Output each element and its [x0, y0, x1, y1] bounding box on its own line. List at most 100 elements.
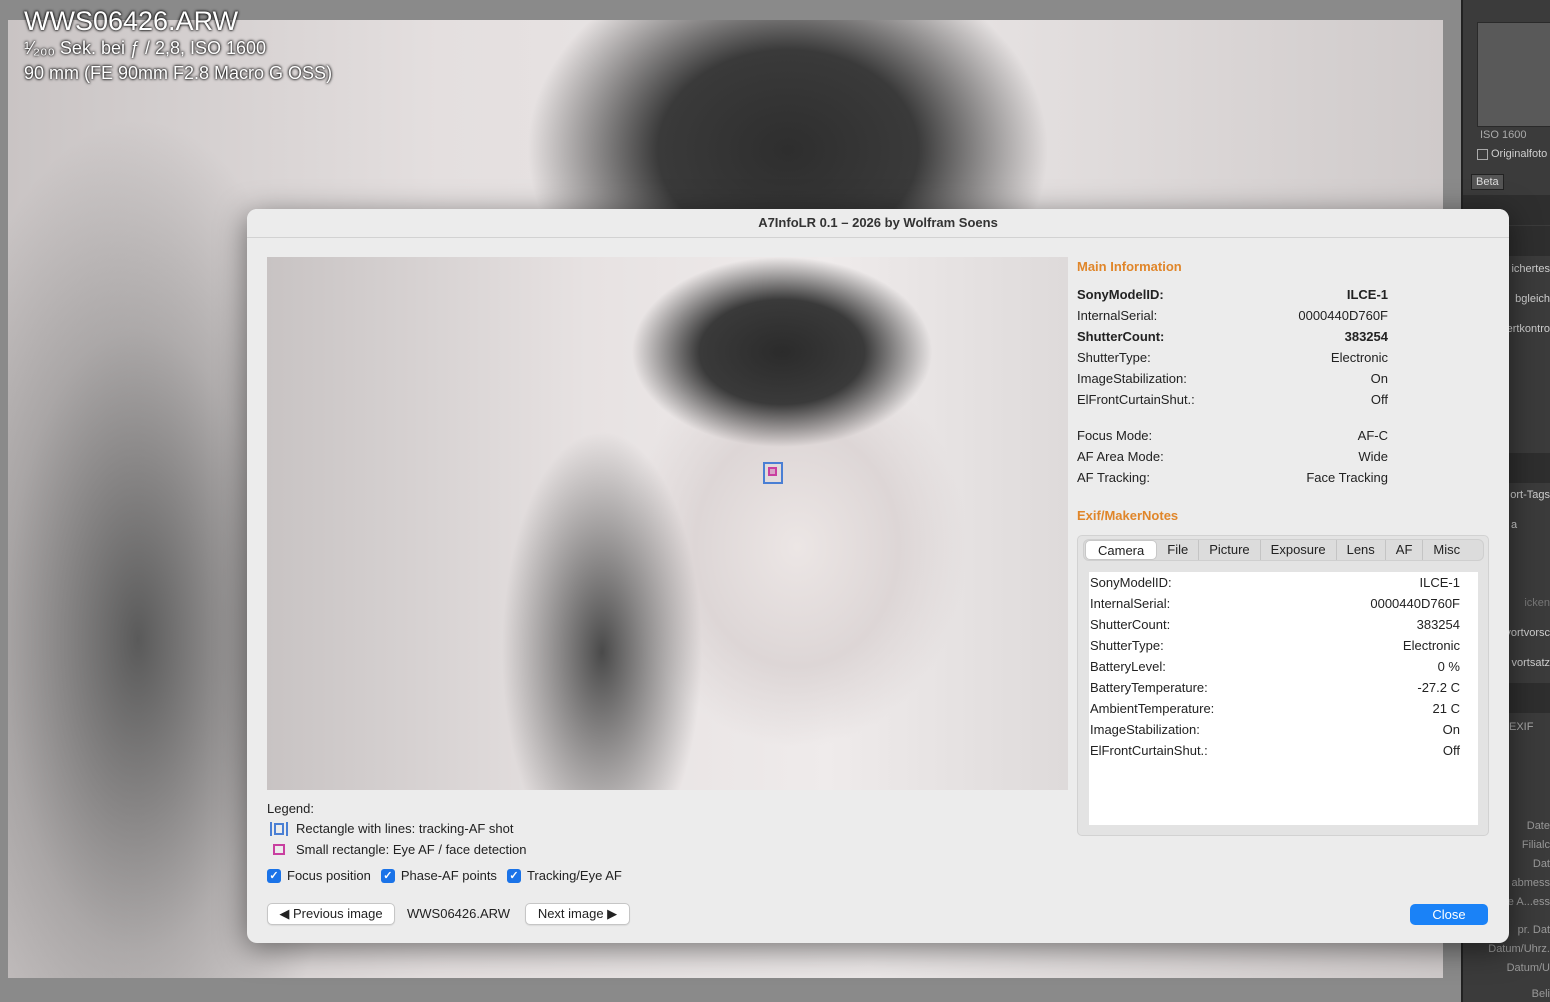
current-filename: WWS06426.ARW [407, 906, 511, 921]
panel-row: Beli [1531, 988, 1550, 1000]
exif-row: ImageStabilization: On [1089, 719, 1460, 740]
checkbox-icon [1477, 148, 1488, 160]
info-row: AF Tracking: Face Tracking [1077, 467, 1388, 488]
tracking-rectangle-icon [270, 821, 288, 836]
info-row: ElFrontCurtainShut.: Off [1077, 389, 1388, 410]
info-key: ShutterCount: [1077, 329, 1165, 344]
legend-tracking-label: Rectangle with lines: tracking-AF shot [296, 821, 514, 836]
photo-exposure: ¹⁄₂₀₀ Sek. bei ƒ / 2,8, ISO 1600 [24, 38, 267, 58]
image-preview [267, 257, 1068, 790]
focus-position-checkbox[interactable]: ✓ Focus position [267, 868, 371, 883]
info-row: ImageStabilization: On [1077, 368, 1388, 389]
exif-row: ShutterCount: 383254 [1089, 614, 1460, 635]
exif-key: BatteryTemperature: [1090, 680, 1208, 695]
tab-af[interactable]: AF [1386, 540, 1424, 560]
panel-row: Datum/U [1506, 962, 1550, 974]
exif-camera-list[interactable]: SonyModelID: ILCE-1 InternalSerial: 000044… [1089, 572, 1478, 825]
panel-row: Datum/Uhrz. [1488, 943, 1550, 955]
tab-picture[interactable]: Picture [1199, 540, 1261, 560]
info-key: AF Area Mode: [1077, 449, 1164, 464]
photo-info-overlay: WWS06426.ARW ¹⁄₂₀₀ Sek. bei ƒ / 2,8, ISO… [24, 6, 332, 86]
info-key: ElFrontCurtainShut.: [1077, 392, 1195, 407]
legend-item-eye: Small rectangle: Eye AF / face detection [267, 839, 527, 860]
exif-value: ILCE-1 [1419, 575, 1460, 590]
info-value: On [1370, 371, 1388, 386]
main-information-title: Main Information [1077, 259, 1182, 274]
histogram [1477, 22, 1550, 127]
exif-key: ShutterCount: [1090, 617, 1171, 632]
exif-key: SonyModelID: [1090, 575, 1172, 590]
photo-filename: WWS06426.ARW [24, 6, 239, 36]
legend: Legend: Rectangle with lines: tracking-A… [267, 799, 527, 860]
info-key: AF Tracking: [1077, 470, 1150, 485]
exif-row: InternalSerial: 0000440D760F [1089, 593, 1460, 614]
previous-image-button[interactable]: ◀ Previous image [267, 903, 395, 925]
info-value: 0000440D760F [1298, 308, 1388, 323]
beta-badge[interactable]: Beta [1471, 174, 1504, 190]
info-row: SonyModelID: ILCE-1 [1077, 284, 1388, 305]
phase-af-points-checkbox[interactable]: ✓ Phase-AF points [380, 868, 497, 883]
exif-value: 0000440D760F [1370, 596, 1460, 611]
exif-value: Off [1442, 743, 1460, 758]
info-value: Off [1370, 392, 1388, 407]
exif-key: ImageStabilization: [1090, 722, 1200, 737]
exif-value: -27.2 C [1417, 680, 1460, 695]
info-value: ILCE-1 [1346, 287, 1388, 302]
info-key: SonyModelID: [1077, 287, 1164, 302]
exif-value: 21 C [1432, 701, 1460, 716]
tab-camera[interactable]: Camera [1085, 540, 1158, 560]
info-key: InternalSerial: [1077, 308, 1158, 323]
exif-row: BatteryLevel: 0 % [1089, 656, 1460, 677]
tracking-eye-af-checkbox[interactable]: ✓ Tracking/Eye AF [506, 868, 622, 883]
info-row: ShutterType: Electronic [1077, 347, 1388, 368]
eye-rectangle-icon [270, 843, 288, 857]
photo-lens: 90 mm (FE 90mm F2.8 Macro G OSS) [24, 63, 333, 83]
info-value: Wide [1358, 449, 1388, 464]
legend-title: Legend: [267, 801, 314, 816]
overlay-options: ✓ Focus position ✓ Phase-AF points ✓ Tra… [267, 868, 622, 883]
exif-row: ShutterType: Electronic [1089, 635, 1460, 656]
exif-value: 0 % [1437, 659, 1460, 674]
info-row: InternalSerial: 0000440D760F [1077, 305, 1388, 326]
tab-lens[interactable]: Lens [1337, 540, 1386, 560]
exif-row: SonyModelID: ILCE-1 [1089, 572, 1460, 593]
exif-key: BatteryLevel: [1090, 659, 1166, 674]
info-value: AF-C [1357, 428, 1388, 443]
info-value: Electronic [1330, 350, 1388, 365]
exif-makernotes-title: Exif/MakerNotes [1077, 508, 1179, 523]
info-key: ImageStabilization: [1077, 371, 1187, 386]
next-image-button[interactable]: Next image ▶ [525, 903, 630, 925]
original-photo-toggle[interactable]: Originalfoto [1477, 148, 1547, 160]
checkmark-icon[interactable]: ✓ [506, 868, 521, 883]
close-button[interactable]: Close [1410, 904, 1488, 925]
exif-row: AmbientTemperature: 21 C [1089, 698, 1460, 719]
dialog-title: A7InfoLR 0.1 – 2026 by Wolfram Soens [247, 209, 1509, 238]
exif-key: ShutterType: [1090, 638, 1164, 653]
info-column: Main Information SonyModelID: ILCE-1 Inte… [1077, 257, 1497, 836]
info-row: AF Area Mode: Wide [1077, 446, 1388, 467]
info-key: Focus Mode: [1077, 428, 1153, 443]
tab-misc[interactable]: Misc [1423, 540, 1470, 560]
checkbox-label: Phase-AF points [400, 868, 497, 883]
tab-exposure[interactable]: Exposure [1261, 540, 1337, 560]
info-value: Face Tracking [1306, 470, 1388, 485]
info-row: ShutterCount: 383254 [1077, 326, 1388, 347]
exif-key: ElFrontCurtainShut.: [1090, 743, 1208, 758]
legend-item-tracking: Rectangle with lines: tracking-AF shot [267, 818, 527, 839]
a7infolr-dialog: A7InfoLR 0.1 – 2026 by Wolfram Soens Leg… [247, 209, 1509, 943]
focus-information-list: Focus Mode: AF-C AF Area Mode: Wide AF Tra… [1077, 425, 1497, 488]
main-information-list: SonyModelID: ILCE-1 InternalSerial: 000044… [1077, 284, 1497, 410]
exif-value: On [1442, 722, 1460, 737]
histogram-iso: ISO 1600 [1480, 129, 1527, 141]
exif-tab-bar: Camera File Picture Exposure Lens AF Mis… [1083, 539, 1484, 561]
checkmark-icon[interactable]: ✓ [267, 868, 281, 883]
exif-row: BatteryTemperature: -27.2 C [1089, 677, 1460, 698]
checkbox-label: Tracking/Eye AF [526, 868, 622, 883]
exif-tab-view: Camera File Picture Exposure Lens AF Mis… [1077, 535, 1489, 836]
exif-key: AmbientTemperature: [1090, 701, 1215, 716]
tab-file[interactable]: File [1157, 540, 1200, 560]
checkmark-icon[interactable]: ✓ [380, 868, 395, 883]
exif-row: ElFrontCurtainShut.: Off [1089, 740, 1460, 761]
info-key: ShutterType: [1077, 350, 1151, 365]
info-row: Focus Mode: AF-C [1077, 425, 1388, 446]
